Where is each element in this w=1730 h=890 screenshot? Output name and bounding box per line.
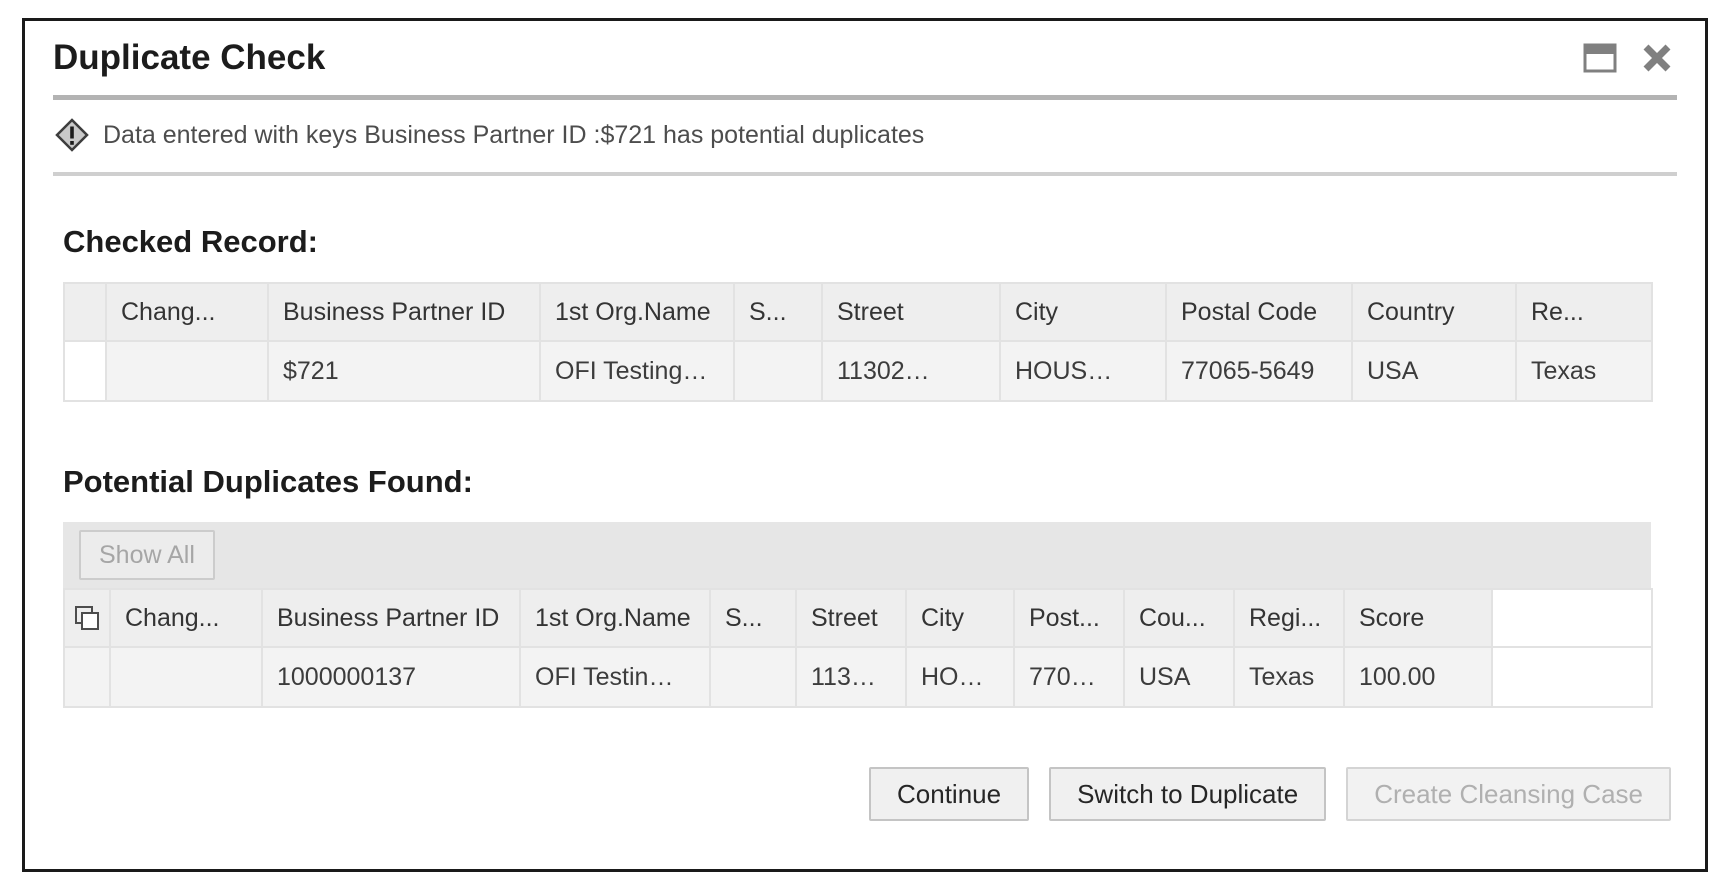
cell-s [710,647,797,708]
column-header-s[interactable]: S... [734,282,823,342]
message-row: Data entered with keys Business Partner … [25,100,1705,168]
cell-postal-code: 770… [1014,647,1125,708]
potential-duplicates-heading: Potential Duplicates Found: [63,464,473,499]
cell-changed [106,341,269,402]
potential-duplicates-table: Chang... Business Partner ID 1st Org.Nam… [63,588,1653,708]
column-header-country[interactable]: Country [1352,282,1517,342]
column-header-org-name[interactable]: 1st Org.Name [540,282,735,342]
table-header-row: Chang... Business Partner ID 1st Org.Nam… [63,588,1653,648]
table-row[interactable]: $721 OFI Testing… 11302… HOUS… 77065-564… [63,341,1653,402]
dialog-titlebar: Duplicate Check [25,21,1705,95]
column-header-postal-code[interactable]: Postal Code [1166,282,1353,342]
close-icon-svg [1643,44,1671,72]
cell-city: HO… [906,647,1015,708]
column-header-region[interactable]: Regi... [1234,588,1345,648]
row-select-cell[interactable] [63,341,107,402]
create-cleansing-case-button[interactable]: Create Cleansing Case [1346,767,1671,821]
column-header-s[interactable]: S... [710,588,797,648]
cell-s [734,341,823,402]
cell-country: USA [1352,341,1517,402]
switch-to-duplicate-button[interactable]: Switch to Duplicate [1049,767,1327,821]
copy-stack-icon [75,606,99,630]
column-header-score[interactable]: Score [1344,588,1493,648]
duplicate-check-dialog: Duplicate Check Data entered with keys B… [22,18,1708,872]
cell-score: 100.00 [1344,647,1493,708]
column-header-business-partner-id[interactable]: Business Partner ID [268,282,541,342]
show-all-button[interactable]: Show All [79,530,215,580]
column-header-org-name[interactable]: 1st Org.Name [520,588,711,648]
cell-business-partner-id: $721 [268,341,541,402]
cell-city: HOUS… [1000,341,1167,402]
cell-region: Texas [1234,647,1345,708]
column-header-postal-code[interactable]: Post... [1014,588,1125,648]
column-header-business-partner-id[interactable]: Business Partner ID [262,588,521,648]
column-header-city[interactable]: City [1000,282,1167,342]
checked-record-heading: Checked Record: [63,224,318,259]
cell-postal-code: 77065-5649 [1166,341,1353,402]
message-text: Data entered with keys Business Partner … [103,120,925,149]
column-header-filler [1492,588,1653,648]
cell-business-partner-id[interactable]: 1000000137 [262,647,521,708]
cell-changed [110,647,263,708]
table-header-row: Chang... Business Partner ID 1st Org.Nam… [63,282,1653,342]
column-header-city[interactable]: City [906,588,1015,648]
column-header-changed[interactable]: Chang... [106,282,269,342]
dialog-content: Checked Record: Chang... Business Partne… [25,176,1705,708]
column-header-street[interactable]: Street [822,282,1001,342]
column-header-changed[interactable]: Chang... [110,588,263,648]
potential-duplicates-section: Potential Duplicates Found: Show All Cha… [63,402,1675,708]
column-header-select[interactable] [63,282,107,342]
window-controls [1583,42,1679,74]
close-icon[interactable] [1641,42,1673,74]
cell-country: USA [1124,647,1235,708]
restore-icon-svg [1583,43,1617,73]
column-header-select-all[interactable] [63,588,111,648]
checked-record-table: Chang... Business Partner ID 1st Org.Nam… [63,282,1653,402]
table-row[interactable]: 1000000137 OFI Testin… 113… HO… 770… USA… [63,647,1653,708]
restore-icon[interactable] [1583,43,1617,73]
column-header-region[interactable]: Re... [1516,282,1653,342]
cell-org-name: OFI Testin… [520,647,711,708]
warning-diamond-icon [55,118,89,152]
continue-button[interactable]: Continue [869,767,1030,821]
cell-filler [1492,647,1653,708]
checked-record-section: Checked Record: Chang... Business Partne… [63,176,1675,402]
cell-region: Texas [1516,341,1653,402]
dialog-title: Duplicate Check [53,38,326,77]
duplicates-toolbar: Show All [63,522,1651,588]
column-header-country[interactable]: Cou... [1124,588,1235,648]
cell-street: 113… [796,647,907,708]
cell-street: 11302… [822,341,1001,402]
cell-org-name: OFI Testing… [540,341,735,402]
dialog-footer: Continue Switch to Duplicate Create Clea… [869,767,1671,821]
column-header-street[interactable]: Street [796,588,907,648]
row-select-cell[interactable] [63,647,111,708]
